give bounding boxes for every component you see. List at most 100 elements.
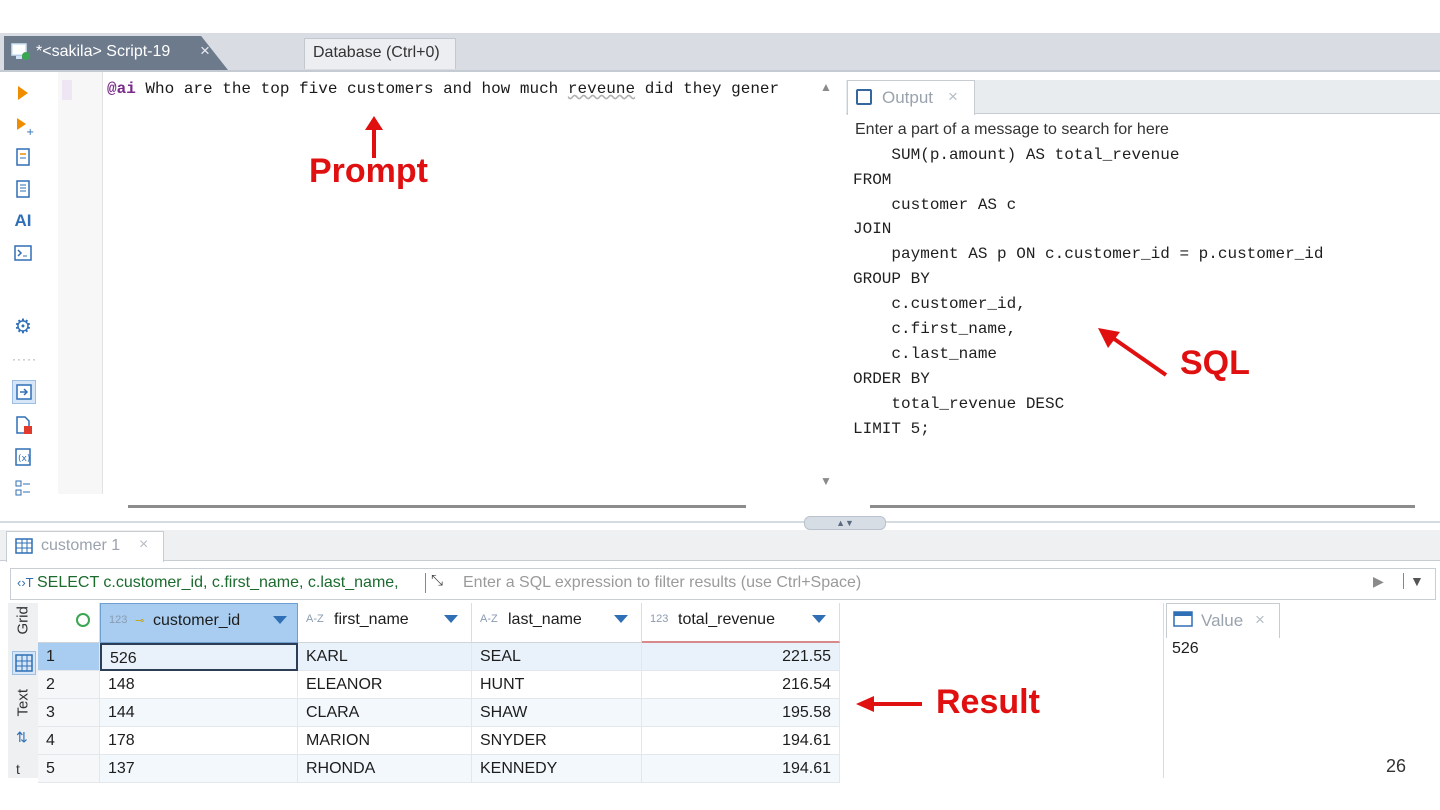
table-row[interactable]: 5 137 RHONDA KENNEDY 194.61 xyxy=(38,755,840,783)
row-number[interactable]: 3 xyxy=(38,699,100,727)
panel-divider xyxy=(0,521,1440,523)
type-text-icon: A-Z xyxy=(306,613,324,625)
tab-database-label: Database (Ctrl+0) xyxy=(313,44,440,61)
tab-database[interactable]: Database (Ctrl+0) xyxy=(304,38,456,69)
tab-output[interactable]: Output × xyxy=(847,80,975,115)
execute-script-icon[interactable] xyxy=(12,146,34,168)
slide-number: 26 xyxy=(1386,756,1407,776)
sort-dropdown-icon[interactable] xyxy=(812,615,826,623)
column-name: first_name xyxy=(334,611,409,628)
column-header-total-revenue[interactable]: 123 total_revenue xyxy=(642,603,840,643)
column-header-customer-id[interactable]: 123 ⊸ customer_id xyxy=(100,603,298,643)
cell-last-name[interactable]: SNYDER xyxy=(472,727,642,755)
more-icon[interactable]: t xyxy=(16,761,20,777)
close-icon[interactable]: × xyxy=(1255,610,1265,630)
editor-horizontal-scrollbar[interactable] xyxy=(128,505,746,508)
cell-first-name[interactable]: RHONDA xyxy=(298,755,472,783)
ai-assistant-button[interactable]: AI xyxy=(12,210,34,232)
output-search-input[interactable]: Enter a part of a message to search for … xyxy=(847,118,1440,144)
column-header-last-name[interactable]: A-Z last_name xyxy=(472,603,642,643)
close-icon[interactable]: × xyxy=(948,87,958,107)
tab-value-label: Value xyxy=(1201,611,1244,630)
tab-value[interactable]: Value × xyxy=(1166,603,1280,638)
filter-history-dropdown-icon[interactable]: ▼ xyxy=(1403,573,1424,589)
row-number[interactable]: 4 xyxy=(38,727,100,755)
execute-script-new-tab-icon[interactable] xyxy=(12,178,34,200)
sql-line: customer AS c xyxy=(853,196,1017,214)
expand-filter-icon[interactable]: ⤡ xyxy=(431,572,443,589)
output-icon xyxy=(856,89,872,105)
sql-line: c.customer_id, xyxy=(853,295,1026,313)
cell-total-revenue[interactable]: 194.61 xyxy=(642,727,840,755)
value-viewer-icon xyxy=(1173,611,1193,627)
prompt-misspelled-word: reveune xyxy=(567,80,636,98)
sort-dropdown-icon[interactable] xyxy=(444,615,458,623)
cell-first-name[interactable]: MARION xyxy=(298,727,472,755)
settings-icon[interactable]: ⚙ xyxy=(12,316,34,338)
sort-dropdown-icon[interactable] xyxy=(614,615,628,623)
divider xyxy=(425,573,426,593)
key-icon: ⊸ xyxy=(135,615,145,627)
sql-editor[interactable]: @ai Who are the top five customers and h… xyxy=(103,72,817,494)
cell-last-name[interactable]: HUNT xyxy=(472,671,642,699)
outline-icon[interactable] xyxy=(12,478,34,500)
row-number[interactable]: 2 xyxy=(38,671,100,699)
cell-total-revenue[interactable]: 194.61 xyxy=(642,755,840,783)
scroll-up-arrow-icon[interactable]: ▲ xyxy=(820,80,832,94)
table-row[interactable]: 4 178 MARION SNYDER 194.61 xyxy=(38,727,840,755)
cell-customer-id[interactable]: 148 xyxy=(100,671,298,699)
cell-first-name[interactable]: CLARA xyxy=(298,699,472,727)
scroll-down-arrow-icon[interactable]: ▼ xyxy=(820,474,832,488)
query-text[interactable]: ‹›T SELECT c.customer_id, c.first_name, … xyxy=(17,574,399,592)
cell-total-revenue[interactable]: 195.58 xyxy=(642,699,840,727)
run-statement-icon[interactable] xyxy=(12,82,34,104)
cell-last-name[interactable]: KENNEDY xyxy=(472,755,642,783)
cell-total-revenue[interactable]: 216.54 xyxy=(642,671,840,699)
cell-last-name[interactable]: SHAW xyxy=(472,699,642,727)
output-horizontal-scrollbar[interactable] xyxy=(870,505,1415,508)
run-new-tab-icon[interactable]: + xyxy=(12,114,34,136)
show-output-icon[interactable] xyxy=(12,380,36,404)
sql-line: total_revenue DESC xyxy=(853,395,1065,413)
svg-text:(x): (x) xyxy=(18,454,30,464)
type-numeric-icon: 123 xyxy=(650,613,669,625)
apply-filter-icon[interactable]: ▶ xyxy=(1373,573,1384,590)
table-row[interactable]: 2 148 ELEANOR HUNT 216.54 xyxy=(38,671,840,699)
cell-customer-id[interactable]: 137 xyxy=(100,755,298,783)
cell-customer-id[interactable]: 178 xyxy=(100,727,298,755)
column-header-first-name[interactable]: A-Z first_name xyxy=(298,603,472,643)
cell-total-revenue[interactable]: 221.55 xyxy=(642,643,840,671)
cell-first-name[interactable]: KARL xyxy=(298,643,472,671)
table-row[interactable]: 3 144 CLARA SHAW 195.58 xyxy=(38,699,840,727)
column-name: customer_id xyxy=(153,612,241,629)
editor-vertical-scrollbar[interactable]: ▲ ▼ xyxy=(818,80,836,494)
filter-input[interactable]: Enter a SQL expression to filter results… xyxy=(463,574,861,592)
cell-customer-id[interactable]: 144 xyxy=(100,699,298,727)
tab-text[interactable]: Text xyxy=(10,689,36,725)
cell-last-name[interactable]: SEAL xyxy=(472,643,642,671)
row-number[interactable]: 1 xyxy=(38,643,100,671)
open-console-icon[interactable] xyxy=(12,242,34,264)
show-variables-icon[interactable]: (x) xyxy=(12,446,34,468)
value-display[interactable]: 526 xyxy=(1172,640,1199,658)
sql-annotation: SQL xyxy=(1180,344,1250,382)
table-row[interactable]: 1 526 KARL SEAL 221.55 xyxy=(38,643,840,671)
tab-results[interactable]: customer 1 × xyxy=(6,531,164,562)
row-number[interactable]: 5 xyxy=(38,755,100,783)
cell-first-name[interactable]: ELEANOR xyxy=(298,671,472,699)
sql-line: payment AS p ON c.customer_id = p.custom… xyxy=(853,245,1324,263)
grid-corner[interactable] xyxy=(38,603,100,643)
result-view-switcher: Grid Text ⇅ t xyxy=(8,603,39,778)
grid-view-icon[interactable] xyxy=(12,651,36,675)
database-script-icon xyxy=(11,43,30,60)
show-errors-icon[interactable] xyxy=(12,414,34,436)
tab-script-19[interactable]: *<sakila> Script-19 × xyxy=(4,36,228,70)
close-icon[interactable]: × xyxy=(139,536,148,554)
more-dots-icon[interactable]: ····· xyxy=(12,348,36,370)
sort-dropdown-icon[interactable] xyxy=(273,616,287,624)
cell-customer-id[interactable]: 526 xyxy=(100,643,298,671)
tab-grid[interactable]: Grid xyxy=(10,606,36,643)
panel-splitter-handle[interactable]: ▲▼ xyxy=(804,516,886,530)
transpose-icon[interactable]: ⇅ xyxy=(16,729,28,746)
results-tab-strip xyxy=(0,530,1440,561)
